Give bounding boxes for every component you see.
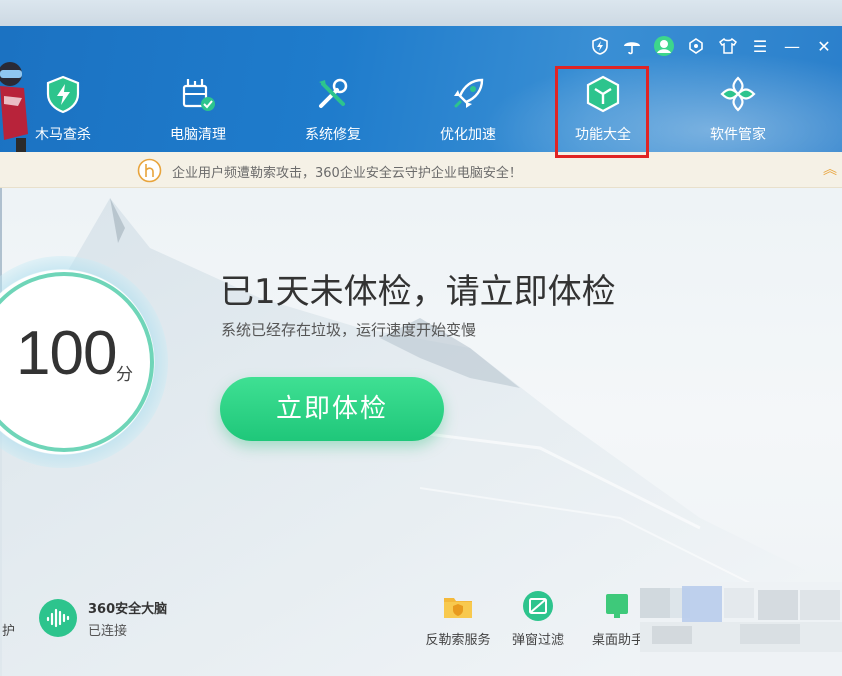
pixelated-area — [640, 582, 842, 676]
wrench-icon — [319, 78, 348, 108]
window-controls: ☰ — ✕ — [588, 32, 836, 60]
avatar-icon[interactable] — [652, 34, 676, 58]
tool-label: 反勒索服务 — [425, 633, 491, 648]
nav-item-label: 系统修复 — [305, 127, 361, 143]
notice-icon — [137, 158, 162, 183]
nav-item-system-repair[interactable]: 系统修复 — [278, 68, 388, 148]
nav-item-software-manager[interactable]: 软件管家 — [683, 68, 793, 148]
tool-popup-filter[interactable]: 弹窗过滤 — [498, 590, 578, 648]
status-subline: 系统已经存在垃圾，运行速度开始变慢 — [221, 321, 477, 339]
main-nav: 木马查杀 电脑清理 系统修复 优化加速 功能大全 软件管家 — [0, 68, 842, 148]
highlight-annotation — [555, 66, 649, 158]
app-window: ☰ — ✕ 木马查杀 电脑清理 系统修复 优化加速 功能大全 软件管家 企业用户… — [0, 0, 842, 676]
nav-item-trojan-scan[interactable]: 木马查杀 — [8, 68, 118, 148]
notice-text[interactable]: 企业用户频遭勒索攻击，360企业安全云守护企业电脑安全！ — [172, 162, 522, 181]
rocket-icon — [454, 78, 484, 108]
minimize-icon[interactable]: — — [780, 34, 804, 58]
menu-icon[interactable]: ☰ — [748, 34, 772, 58]
close-icon[interactable]: ✕ — [812, 34, 836, 58]
check-now-button[interactable]: 立即体检 — [220, 377, 444, 441]
folder-shield-icon — [444, 598, 472, 618]
nav-item-label: 木马查杀 — [35, 127, 91, 143]
nav-item-optimize[interactable]: 优化加速 — [413, 68, 523, 148]
shield-bolt-icon[interactable] — [588, 34, 612, 58]
desktop-assistant-icon — [606, 594, 628, 618]
tool-anti-ransom[interactable]: 反勒索服务 — [418, 590, 498, 648]
cut-off-label[interactable]: 护 — [2, 620, 15, 639]
brain-title[interactable]: 360安全大脑 — [88, 598, 167, 617]
shield-bolt-icon — [46, 75, 80, 114]
collapse-icon[interactable]: ︽ — [820, 160, 840, 180]
popup-block-icon — [523, 591, 553, 621]
sync-icon[interactable] — [684, 34, 708, 58]
nav-item-cleanup[interactable]: 电脑清理 — [143, 68, 253, 148]
title-strip — [0, 0, 842, 26]
security-brain-icon[interactable] — [38, 598, 78, 638]
broom-icon — [182, 79, 215, 111]
apps-icon — [720, 76, 756, 112]
shirt-icon[interactable] — [716, 34, 740, 58]
tool-label: 弹窗过滤 — [511, 633, 564, 648]
nav-item-label: 软件管家 — [710, 127, 766, 143]
notice-bar[interactable]: 企业用户频遭勒索攻击，360企业安全云守护企业电脑安全！ ︽ — [0, 152, 842, 188]
nav-item-label: 优化加速 — [440, 127, 496, 143]
score-unit: 分 — [116, 365, 133, 385]
brain-status: 已连接 — [88, 624, 128, 639]
nav-item-label: 电脑清理 — [170, 127, 226, 143]
score-value: 100 — [16, 319, 117, 388]
umbrella-icon[interactable] — [620, 34, 644, 58]
status-headline: 已1天未体检，请立即体检 — [220, 272, 616, 312]
header: ☰ — ✕ 木马查杀 电脑清理 系统修复 优化加速 功能大全 软件管家 — [0, 26, 842, 152]
